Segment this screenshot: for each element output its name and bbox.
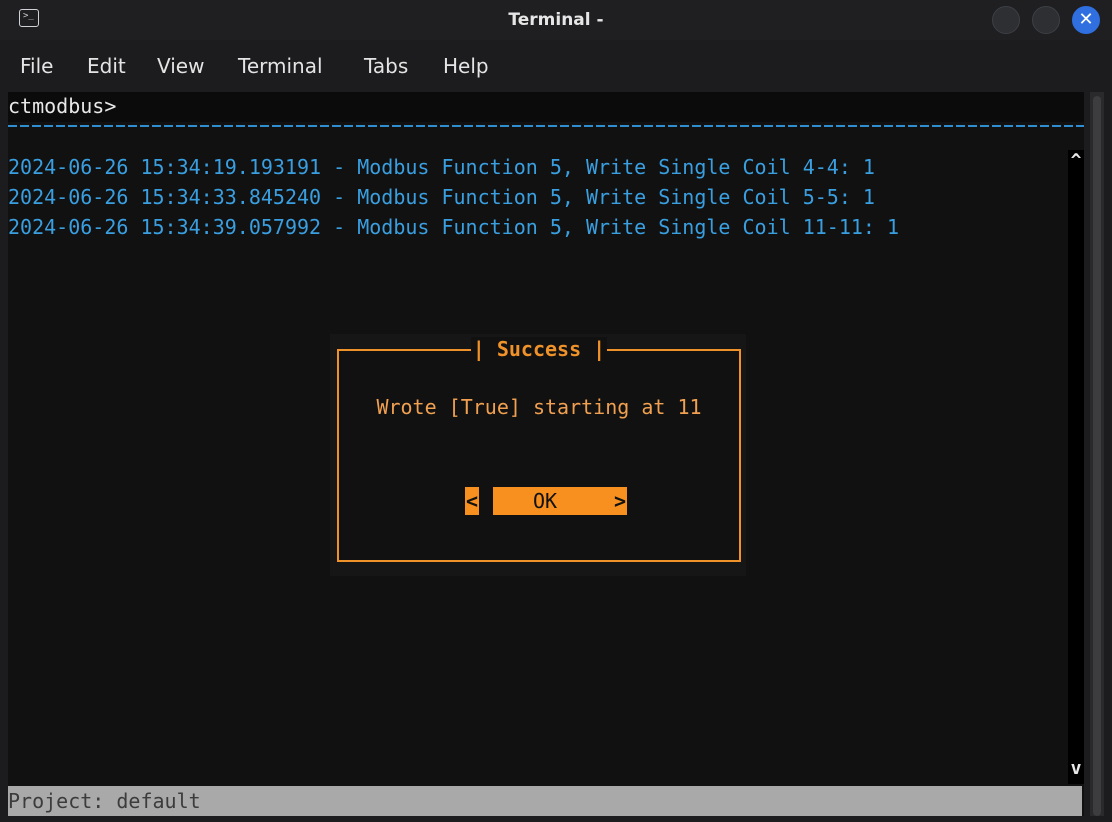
status-bar: Project: default xyxy=(8,786,1082,816)
log-line: 2024-06-26 15:34:39.057992 - Modbus Func… xyxy=(8,215,900,239)
dialog-title: | Success | xyxy=(470,337,608,361)
title-bar: >_ Terminal - ✕ xyxy=(0,0,1112,40)
close-button[interactable]: ✕ xyxy=(1072,6,1100,34)
minimize-button[interactable] xyxy=(992,6,1020,34)
maximize-button[interactable] xyxy=(1032,6,1060,34)
ok-right-bracket: > xyxy=(613,489,627,513)
log-scrollbar[interactable] xyxy=(1068,150,1084,784)
log-line: 2024-06-26 15:34:33.845240 - Modbus Func… xyxy=(8,185,875,209)
success-dialog: | Success | Wrote [True] starting at 11 … xyxy=(337,337,741,562)
ok-left-bracket[interactable]: < xyxy=(465,487,479,515)
menu-file[interactable]: File xyxy=(20,54,53,78)
ok-label: OK xyxy=(533,489,558,513)
window-scrollbar-thumb[interactable] xyxy=(1093,96,1101,816)
menu-edit[interactable]: Edit xyxy=(87,54,126,78)
scroll-up-arrow[interactable]: ^ xyxy=(1068,150,1084,180)
close-icon: ✕ xyxy=(1078,9,1094,30)
ok-button-group[interactable]: < OK > xyxy=(465,487,627,515)
window-title: Terminal - xyxy=(508,10,604,30)
command-prompt[interactable]: ctmodbus> xyxy=(8,92,1084,122)
log-line: 2024-06-26 15:34:19.193191 - Modbus Func… xyxy=(8,155,875,179)
dialog-message: Wrote [True] starting at 11 xyxy=(376,395,702,419)
menu-view[interactable]: View xyxy=(157,54,204,78)
menu-tabs[interactable]: Tabs xyxy=(364,54,408,78)
separator-line xyxy=(8,125,1084,127)
menu-help[interactable]: Help xyxy=(443,54,489,78)
ok-button[interactable]: OK > xyxy=(493,487,627,515)
menu-bar: File Edit View Terminal Tabs Help xyxy=(0,48,1112,88)
scroll-down-arrow[interactable]: v xyxy=(1068,758,1084,788)
menu-terminal[interactable]: Terminal xyxy=(238,54,323,78)
